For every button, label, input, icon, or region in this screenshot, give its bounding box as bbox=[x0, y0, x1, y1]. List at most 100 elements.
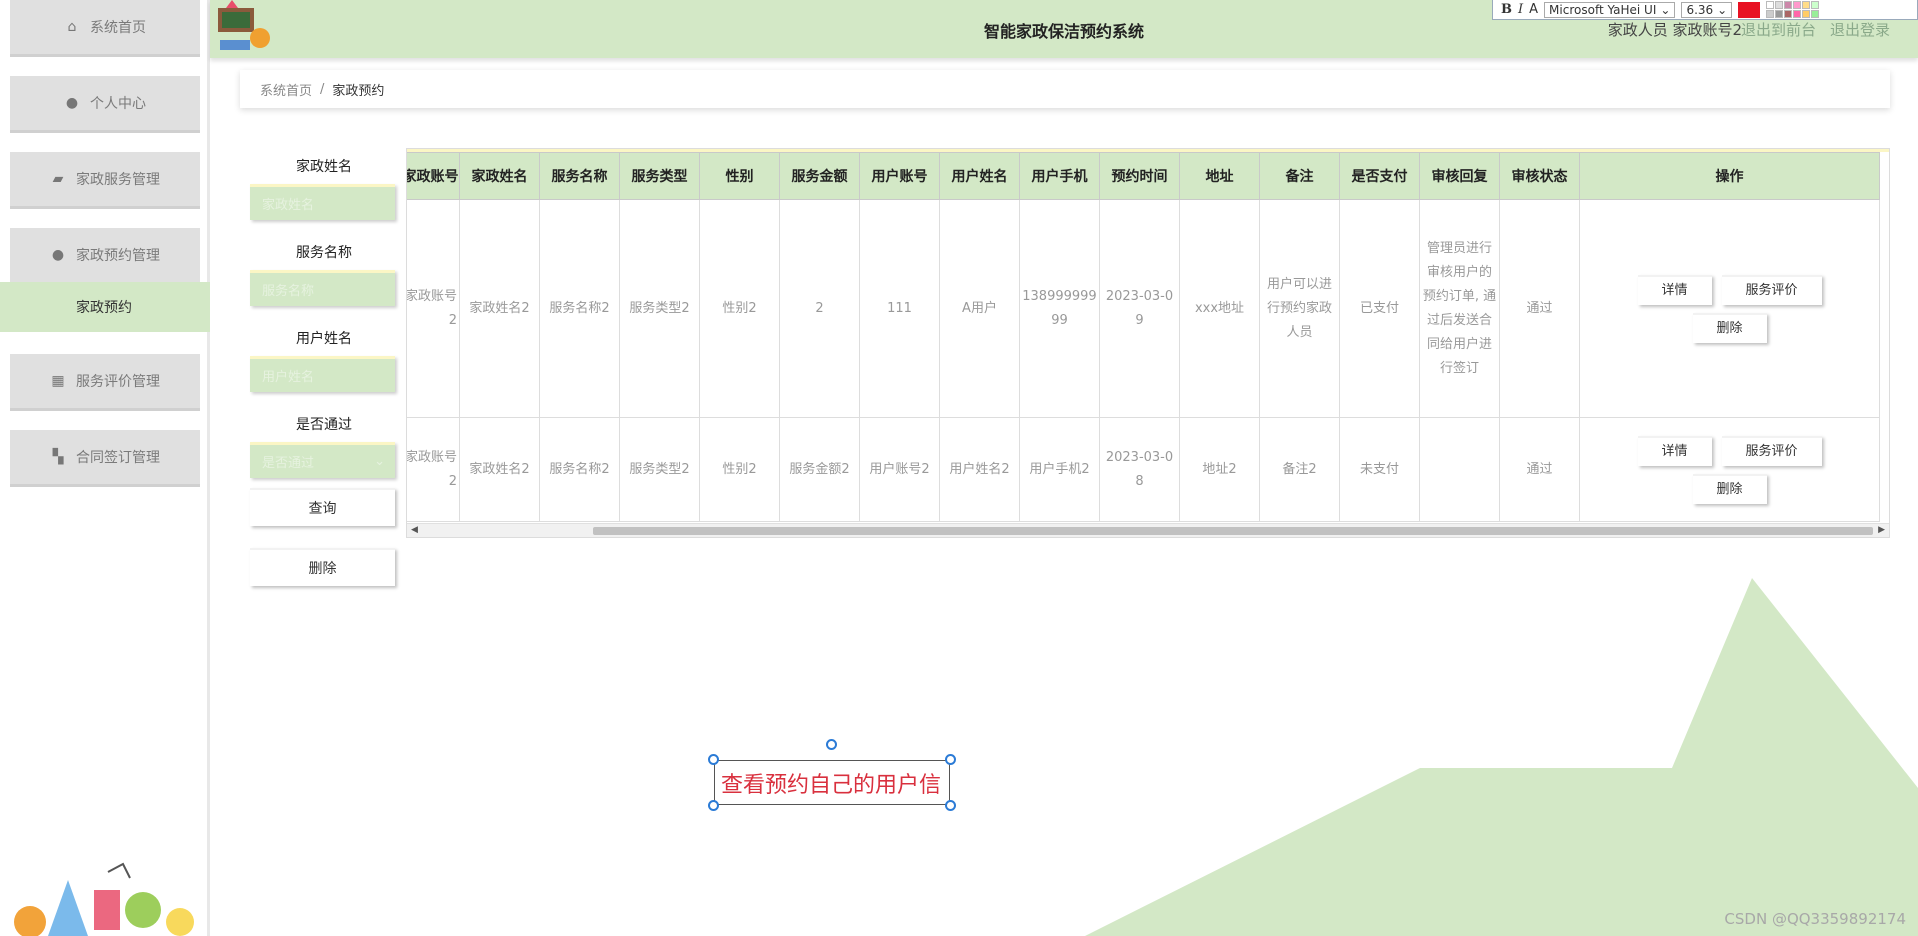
detail-button[interactable]: 详情 bbox=[1637, 435, 1712, 466]
search-input-placeholder: 家政姓名 bbox=[262, 198, 315, 213]
service-review-button[interactable]: 服务评价 bbox=[1721, 274, 1822, 305]
table-row: 家政账号2 家政姓名2 服务名称2 服务类型2 性别2 2 111 A用户 13… bbox=[407, 199, 1880, 418]
table-cell bbox=[1419, 417, 1500, 522]
text-format-toolbar: B I A Microsoft YaHei UI ⌄ 6.36 ⌄ bbox=[1492, 0, 1918, 20]
breadcrumb: 系统首页 / 家政预约 bbox=[240, 70, 1890, 108]
column-header: 家政姓名 bbox=[459, 152, 540, 200]
resize-handle-icon[interactable] bbox=[708, 800, 719, 811]
table-row: 家政账号2 家政姓名2 服务名称2 服务类型2 性别2 服务金额2 用户账号2 … bbox=[407, 417, 1880, 522]
actions-cell: 详情 服务评价 删除 bbox=[1579, 417, 1880, 522]
delete-button[interactable]: 删除 bbox=[1692, 473, 1767, 504]
table-cell: 通过 bbox=[1499, 199, 1580, 418]
current-user: 家政人员 家政账号2 bbox=[1607, 21, 1742, 39]
column-header: 服务名称 bbox=[539, 152, 620, 200]
table-cell: 通过 bbox=[1499, 417, 1580, 522]
table-cell: 2023-03-08 bbox=[1099, 417, 1180, 522]
column-header: 地址 bbox=[1179, 152, 1260, 200]
table-cell: 服务名称2 bbox=[539, 199, 620, 418]
table-cell: 家政姓名2 bbox=[459, 417, 540, 522]
scrollbar-thumb[interactable] bbox=[593, 527, 1873, 535]
breadcrumb-separator: / bbox=[320, 81, 325, 97]
table-cell: 服务类型2 bbox=[619, 417, 700, 522]
sidebar-item-profile[interactable]: ● 个人中心 bbox=[10, 76, 200, 130]
batch-delete-button[interactable]: 删除 bbox=[250, 548, 395, 586]
table-cell: 性别2 bbox=[699, 199, 780, 418]
breadcrumb-home[interactable]: 系统首页 bbox=[260, 80, 312, 99]
table-cell: 未支付 bbox=[1339, 417, 1420, 522]
table-cell: 用户账号2 bbox=[859, 417, 940, 522]
column-header: 审核回复 bbox=[1419, 152, 1500, 200]
table-cell: 2 bbox=[779, 199, 860, 418]
grid-icon: ▦ bbox=[51, 373, 65, 389]
back-to-front-link[interactable]: 退出到前台 bbox=[1741, 19, 1816, 40]
search-select-placeholder: 是否通过 bbox=[262, 456, 315, 471]
delete-button[interactable]: 删除 bbox=[1692, 312, 1767, 343]
chevron-down-icon: ⌄ bbox=[1717, 2, 1728, 17]
table-cell: 服务名称2 bbox=[539, 417, 620, 522]
font-select-value: Microsoft YaHei UI bbox=[1549, 2, 1657, 17]
resize-handle-icon[interactable] bbox=[945, 754, 956, 765]
horizontal-scrollbar[interactable]: ◀ ▶ bbox=[407, 523, 1889, 537]
search-select-passed[interactable]: 是否通过 ⌄ bbox=[250, 442, 395, 478]
breadcrumb-current: 家政预约 bbox=[332, 83, 385, 99]
sidebar-item-label: 个人中心 bbox=[90, 96, 146, 112]
sidebar-item-label: 服务评价管理 bbox=[76, 374, 160, 390]
search-label-service: 服务名称 bbox=[296, 245, 352, 261]
decorative-abc-art bbox=[14, 862, 194, 936]
sidebar-item-booking-mgmt[interactable]: ● 家政预约管理 bbox=[10, 228, 200, 282]
annotation-text: 查看预约自己的用户信 bbox=[721, 772, 942, 798]
table-cell: 用户可以进行预约家政人员 bbox=[1259, 199, 1340, 418]
size-select[interactable]: 6.36 ⌄ bbox=[1681, 1, 1733, 18]
scroll-left-icon[interactable]: ◀ bbox=[411, 525, 418, 535]
font-select[interactable]: Microsoft YaHei UI ⌄ bbox=[1544, 1, 1676, 18]
rotate-handle-icon[interactable] bbox=[826, 739, 837, 750]
column-header: 用户账号 bbox=[859, 152, 940, 200]
table-cell: 备注2 bbox=[1259, 417, 1340, 522]
sidebar-item-home[interactable]: ⌂ 系统首页 bbox=[10, 0, 200, 54]
search-label-user: 用户姓名 bbox=[296, 331, 352, 347]
home-icon: ⌂ bbox=[67, 19, 77, 35]
annotation-textbox[interactable]: 查看预约自己的用户信 bbox=[714, 760, 950, 805]
booking-table: 家政账号 家政姓名 服务名称 服务类型 性别 服务金额 用户账号 用户姓名 用户… bbox=[406, 148, 1890, 538]
search-input-service[interactable]: 服务名称 bbox=[250, 270, 395, 306]
column-header: 审核状态 bbox=[1499, 152, 1580, 200]
resize-handle-icon[interactable] bbox=[945, 800, 956, 811]
scroll-right-icon[interactable]: ▶ bbox=[1878, 525, 1885, 535]
table-cell: A用户 bbox=[939, 199, 1020, 418]
sidebar-item-service-mgmt[interactable]: ▰ 家政服务管理 bbox=[10, 152, 200, 206]
table-cell: 2023-03-09 bbox=[1099, 199, 1180, 418]
table-cell: 用户手机2 bbox=[1019, 417, 1100, 522]
resize-handle-icon[interactable] bbox=[708, 754, 719, 765]
table-cell: 家政账号2 bbox=[407, 199, 460, 418]
color-palette[interactable] bbox=[1766, 1, 1820, 18]
chevron-down-icon: ⌄ bbox=[1660, 2, 1671, 17]
actions-cell: 详情 服务评价 删除 bbox=[1579, 199, 1880, 418]
search-input-user[interactable]: 用户姓名 bbox=[250, 356, 395, 392]
search-input-placeholder: 服务名称 bbox=[262, 284, 315, 299]
search-label-passed: 是否通过 bbox=[296, 417, 352, 433]
size-select-value: 6.36 bbox=[1686, 2, 1714, 17]
column-header: 家政账号 bbox=[407, 152, 460, 200]
app-root: ⌂ 系统首页 ● 个人中心 ▰ 家政服务管理 ● 家政预约管理 家政预约 ▦ 服… bbox=[0, 0, 1918, 936]
service-review-button[interactable]: 服务评价 bbox=[1721, 435, 1822, 466]
watermark: CSDN @QQ3359892174 bbox=[1724, 910, 1906, 928]
sidebar: ⌂ 系统首页 ● 个人中心 ▰ 家政服务管理 ● 家政预约管理 家政预约 ▦ 服… bbox=[0, 0, 210, 936]
sidebar-item-review-mgmt[interactable]: ▦ 服务评价管理 bbox=[10, 354, 200, 408]
text-style-button[interactable]: A bbox=[1529, 2, 1538, 17]
search-label-name: 家政姓名 bbox=[296, 159, 352, 175]
bold-button[interactable]: B bbox=[1501, 2, 1512, 17]
column-header: 预约时间 bbox=[1099, 152, 1180, 200]
search-input-name[interactable]: 家政姓名 bbox=[250, 184, 395, 220]
row-actions: 详情 服务评价 删除 bbox=[1630, 274, 1830, 343]
sidebar-subitem-booking[interactable]: 家政预约 bbox=[0, 282, 210, 332]
table-cell: 家政账号2 bbox=[407, 417, 460, 522]
italic-button[interactable]: I bbox=[1518, 2, 1523, 17]
logout-link[interactable]: 退出登录 bbox=[1830, 19, 1890, 40]
detail-button[interactable]: 详情 bbox=[1637, 274, 1712, 305]
table-cell: 管理员进行审核用户的预约订单, 通过后发送合同给用户进行签订 bbox=[1419, 199, 1500, 418]
query-button[interactable]: 查询 bbox=[250, 488, 395, 526]
color-swatch[interactable] bbox=[1738, 1, 1761, 18]
table-cell: 地址2 bbox=[1179, 417, 1260, 522]
table-cell: 13899999999 bbox=[1019, 199, 1100, 418]
sidebar-item-contract-mgmt[interactable]: ▚ 合同签订管理 bbox=[10, 430, 200, 484]
